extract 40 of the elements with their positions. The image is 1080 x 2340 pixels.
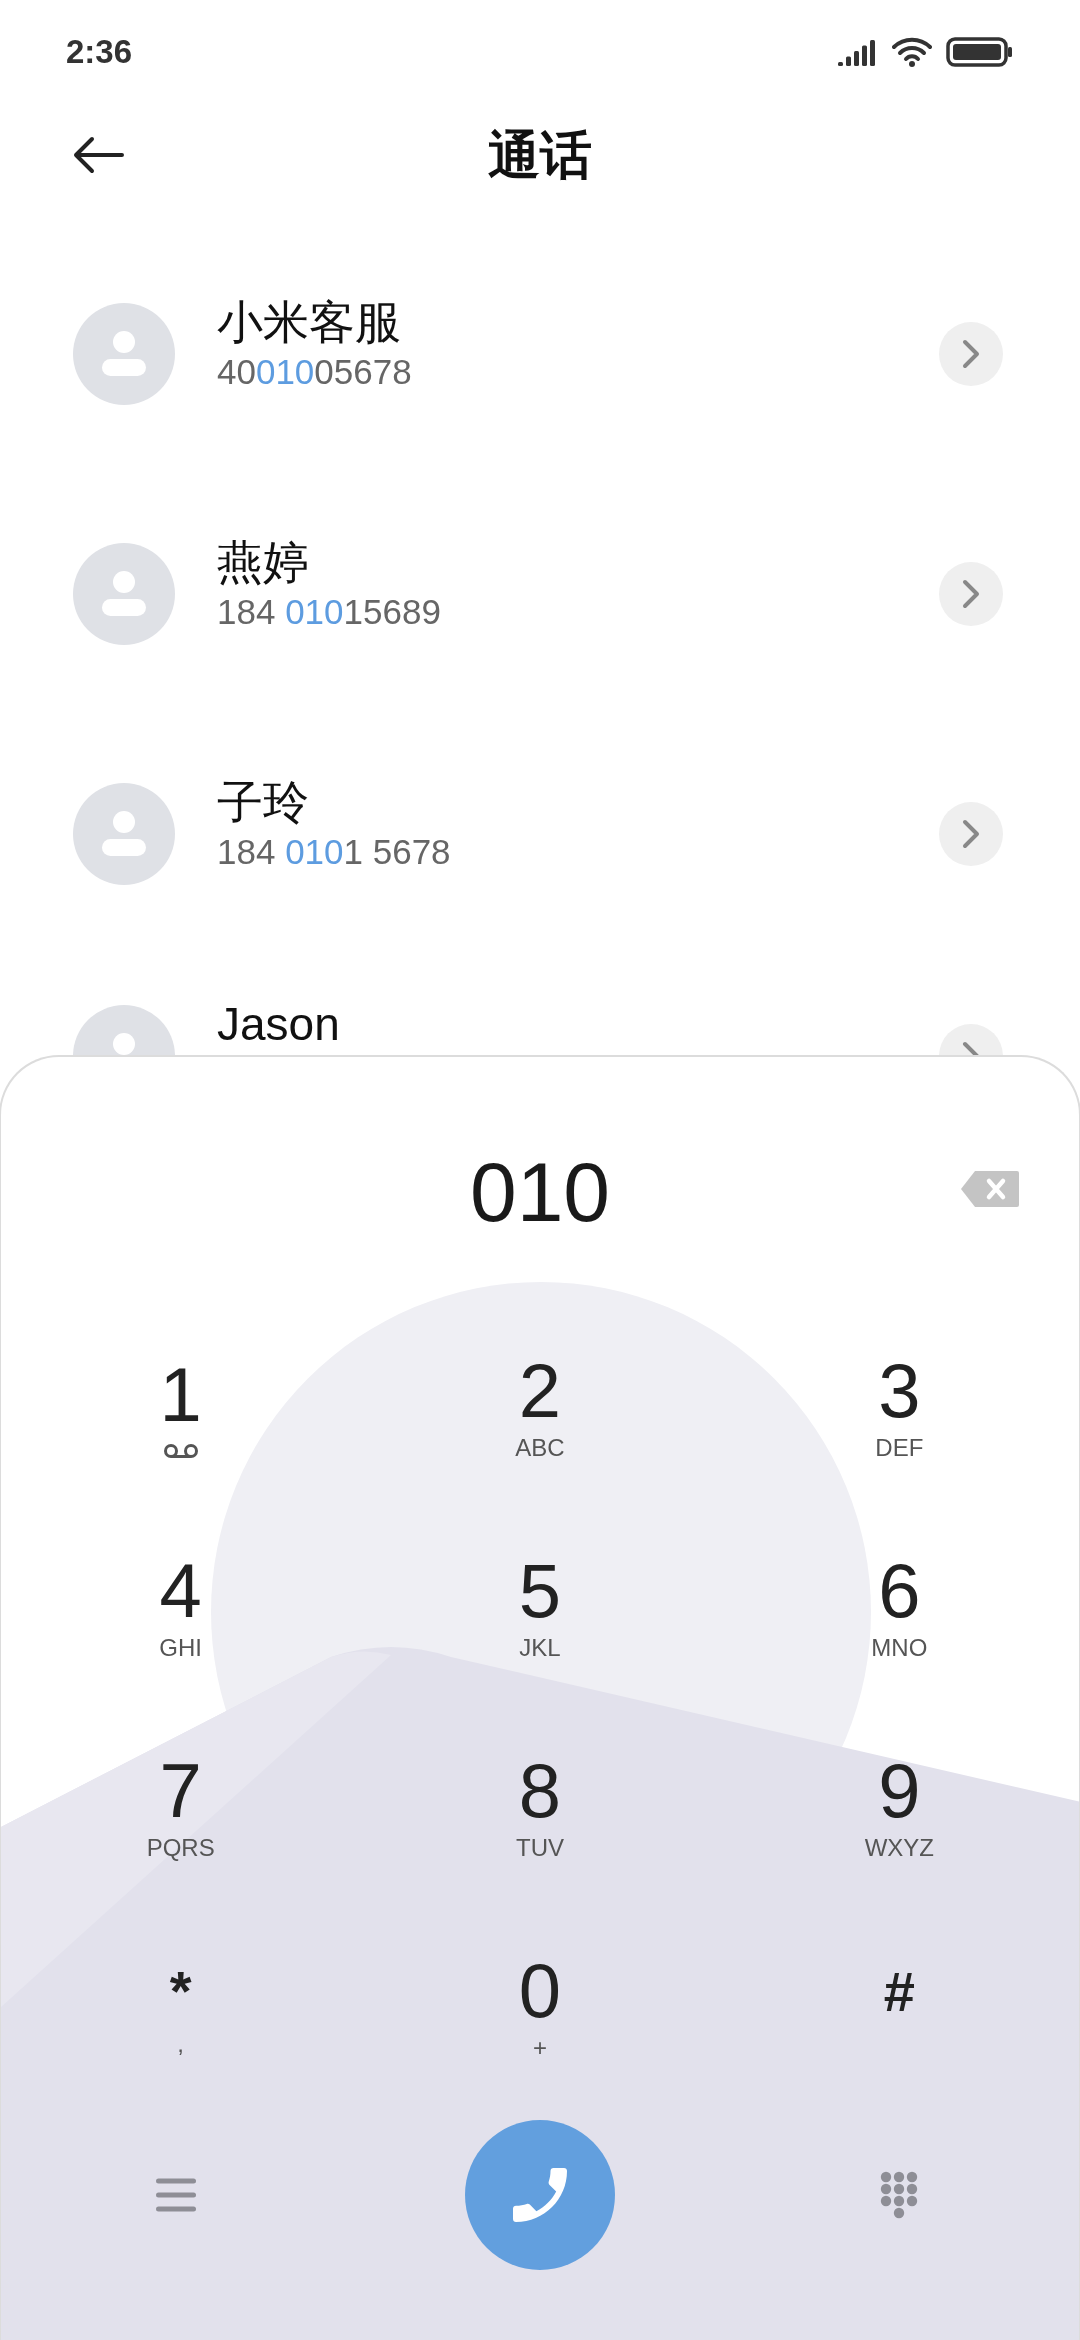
dial-key[interactable]: * , xyxy=(1,1907,361,2107)
contact-number: 184 01015689 xyxy=(217,591,442,633)
avatar-icon xyxy=(73,303,175,405)
chevron-right-icon xyxy=(962,339,980,369)
dial-key[interactable]: # xyxy=(719,1907,1079,2107)
contact-number: 4001005678 xyxy=(217,351,413,393)
status-time: 2:36 xyxy=(66,31,133,72)
battery-icon xyxy=(946,36,1014,67)
chevron-right-icon xyxy=(962,579,980,609)
contact-name: 燕婷 xyxy=(217,535,310,589)
page-title: 通话 xyxy=(488,125,592,186)
avatar-icon xyxy=(73,783,175,885)
dial-key[interactable]: 8 TUV xyxy=(360,1707,720,1907)
contact-name: 小米客服 xyxy=(217,295,402,349)
chevron-right-icon xyxy=(962,819,980,849)
dial-key[interactable]: 0 + xyxy=(360,1907,720,2107)
dialpad-button[interactable] xyxy=(880,2171,919,2219)
dial-key[interactable]: 5 JKL xyxy=(360,1507,720,1707)
contact-row[interactable]: 子玲 184 0101 5678 xyxy=(0,695,1080,935)
contact-number: 184 0101 5678 xyxy=(217,831,452,873)
voicemail-icon xyxy=(162,1443,199,1459)
contact-row[interactable]: 燕婷 184 01015689 xyxy=(0,455,1080,695)
contact-name: 子玲 xyxy=(217,775,310,829)
avatar-icon xyxy=(73,543,175,645)
dial-key[interactable]: 2 ABC xyxy=(360,1307,720,1507)
dial-key[interactable]: 3 DEF xyxy=(719,1307,1079,1507)
dial-key[interactable]: 4 GHI xyxy=(1,1507,361,1707)
contact-name: Jason xyxy=(217,997,341,1051)
dialpad-icon xyxy=(880,2171,919,2219)
signal-icon xyxy=(838,37,878,66)
contact-row[interactable]: 小米客服 4001005678 xyxy=(0,215,1080,455)
dialed-number: 010 xyxy=(469,1144,611,1241)
dial-key[interactable]: 1 xyxy=(1,1307,361,1507)
menu-icon xyxy=(155,2177,196,2213)
dial-key[interactable]: 7 PQRS xyxy=(1,1707,361,1907)
dial-key[interactable]: 9 WXYZ xyxy=(719,1707,1079,1907)
backspace-icon xyxy=(959,1169,1021,1209)
dial-key[interactable]: 6 MNO xyxy=(719,1507,1079,1707)
wifi-icon xyxy=(892,36,932,67)
menu-button[interactable] xyxy=(155,2177,196,2213)
